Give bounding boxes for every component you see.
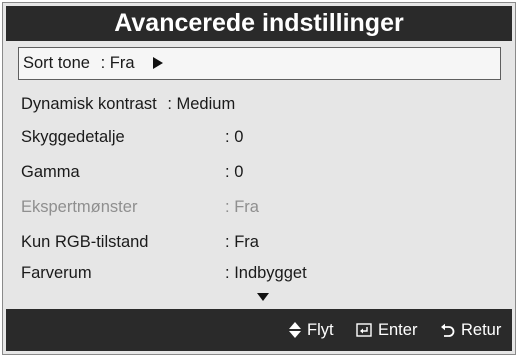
right-triangle-icon (153, 57, 164, 69)
move-label: Flyt (307, 321, 334, 339)
menu-item-label: Sort tone (23, 54, 90, 72)
return-icon (441, 323, 455, 337)
value-separator: : (100, 54, 106, 72)
menu-item-value: : 0 (225, 123, 243, 151)
return-label: Retur (461, 321, 502, 339)
menu-item-label: Skyggedetalje (21, 128, 125, 146)
menu-item-skyggedetalje[interactable]: Skyggedetalje : 0 (21, 123, 501, 151)
menu-item-sort-tone[interactable]: Sort tone : Fra (18, 47, 501, 80)
menu-item-gamma[interactable]: Gamma : 0 (21, 158, 501, 186)
menu-item-label: Kun RGB-tilstand (21, 233, 149, 251)
settings-menu: Sort tone : Fra Dynamisk kontrast : Medi… (3, 3, 515, 354)
value-text: Indbygget (234, 264, 307, 282)
menu-item-value: : Fra (101, 48, 135, 79)
value-text: Fra (109, 54, 135, 72)
enter-hint: Enter (356, 309, 417, 351)
menu-item-value: : Fra (225, 228, 259, 256)
value-separator: : (225, 264, 230, 282)
menu-item-dynamisk-kontrast[interactable]: Dynamisk kontrast : Medium (21, 90, 501, 118)
chevron-down-icon[interactable] (257, 293, 269, 301)
value-text: Fra (234, 198, 259, 216)
value-separator: : (167, 95, 172, 113)
value-separator: : (225, 198, 230, 216)
menu-item-value: : Fra (225, 193, 259, 221)
button-guide-bar: Flyt Enter Retur (6, 309, 512, 351)
value-text: 0 (234, 163, 244, 181)
value-text: Fra (234, 233, 259, 251)
menu-item-value: : Indbygget (225, 259, 307, 287)
value-separator: : (225, 163, 230, 181)
settings-dialog: Avancerede indstillinger Sort tone : Fra… (2, 2, 516, 355)
enter-label: Enter (378, 321, 418, 339)
menu-item-value: : Medium (167, 90, 235, 118)
menu-item-label: Ekspertmønster (21, 198, 138, 216)
menu-item-ekspertmonster: Ekspertmønster : Fra (21, 193, 501, 221)
value-separator: : (225, 128, 230, 146)
menu-item-label: Gamma (21, 163, 80, 181)
enter-icon (356, 323, 372, 337)
return-hint: Retur (440, 309, 501, 351)
move-hint: Flyt (289, 309, 334, 351)
value-text: Medium (176, 95, 236, 113)
menu-item-label: Farverum (21, 264, 92, 282)
menu-item-value: : 0 (225, 158, 243, 186)
up-down-arrows-icon (289, 322, 301, 338)
menu-item-kun-rgb-tilstand[interactable]: Kun RGB-tilstand : Fra (21, 228, 501, 256)
value-separator: : (225, 233, 230, 251)
value-text: 0 (234, 128, 244, 146)
menu-item-label: Dynamisk kontrast (21, 95, 157, 113)
menu-item-farverum[interactable]: Farverum : Indbygget (21, 259, 501, 287)
